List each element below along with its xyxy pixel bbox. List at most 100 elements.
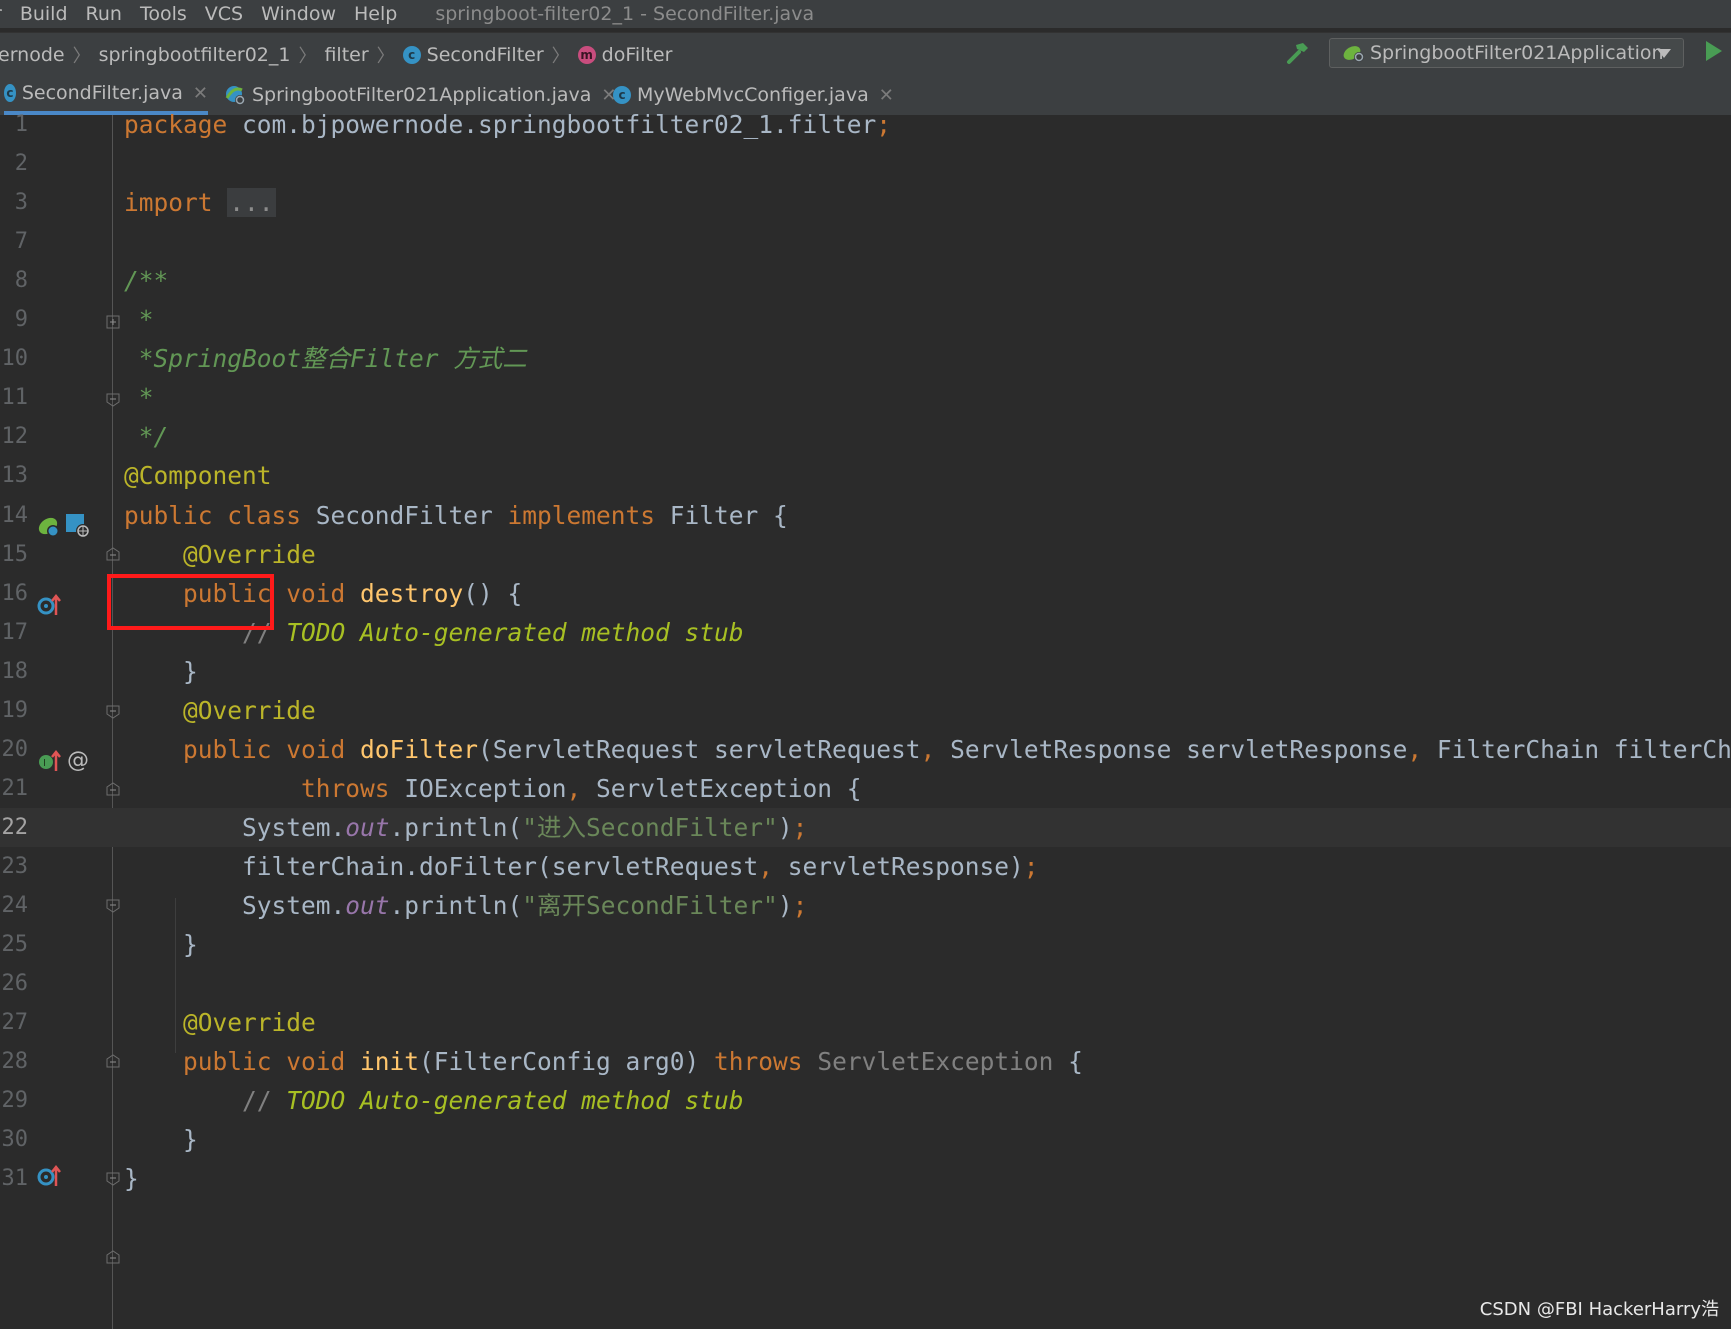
- line-number[interactable]: 24: [0, 886, 29, 925]
- line-number[interactable]: 26: [0, 964, 29, 1003]
- line-number[interactable]: 28: [0, 1042, 29, 1081]
- run-configuration-select[interactable]: SpringbootFilter021Application: [1329, 38, 1684, 68]
- line-number[interactable]: 3: [0, 183, 28, 222]
- menu-item-build[interactable]: Build: [20, 3, 68, 25]
- line-number[interactable]: 18: [0, 652, 29, 691]
- breadcrumb-item-package[interactable]: filter: [324, 44, 368, 66]
- overrides-method-icon[interactable]: [37, 593, 63, 617]
- menu-item-vcs[interactable]: VCS: [205, 3, 243, 25]
- menu-item-truncated[interactable]: r: [0, 3, 2, 25]
- code-text: *: [124, 378, 154, 417]
- code-token: ;: [792, 891, 808, 920]
- line-number[interactable]: 31: [0, 1159, 29, 1198]
- code-token: filterChain.doFilter(servletRequest: [124, 851, 759, 881]
- menu-item-tools[interactable]: Tools: [140, 3, 187, 25]
- code-line[interactable]: 18 }: [0, 652, 1731, 691]
- code-line[interactable]: 7: [0, 222, 1731, 261]
- code-token: }: [124, 656, 198, 686]
- code-line[interactable]: 21 throws IOException, ServletException …: [0, 769, 1731, 808]
- code-line[interactable]: 24 System.out.println("离开SecondFilter");: [0, 886, 1731, 925]
- menu-item-window[interactable]: Window: [261, 3, 336, 25]
- code-line[interactable]: 15 @Override: [0, 535, 1731, 574]
- line-number[interactable]: 21: [0, 769, 29, 808]
- code-line[interactable]: 14 public class SecondFilter implements F…: [0, 496, 1731, 535]
- menu-item-run[interactable]: Run: [86, 3, 122, 25]
- fold-collapse-icon[interactable]: [106, 393, 120, 407]
- code-line[interactable]: 20 public void doFilter(ServletRequest s…: [0, 730, 1731, 769]
- code-token: out: [345, 812, 390, 842]
- line-number[interactable]: 23: [0, 847, 29, 886]
- line-number[interactable]: 2: [0, 144, 28, 183]
- line-number[interactable]: 19: [0, 691, 29, 730]
- menu-item-help[interactable]: Help: [354, 3, 397, 25]
- code-line[interactable]: 10 *SpringBoot整合Filter 方式二: [0, 339, 1731, 378]
- code-token: out: [345, 891, 390, 920]
- code-line[interactable]: 30 }: [0, 1120, 1731, 1159]
- code-line[interactable]: 13 @Component: [0, 456, 1731, 495]
- code-line[interactable]: 9 *: [0, 300, 1731, 339]
- breadcrumb-item-module[interactable]: springbootfilter02_1: [99, 44, 291, 66]
- run-button[interactable]: [1706, 41, 1722, 61]
- code-line[interactable]: 11 *: [0, 378, 1731, 417]
- close-icon[interactable]: ✕: [193, 83, 208, 104]
- web-filter-icon[interactable]: [65, 513, 91, 539]
- fold-collapse-icon[interactable]: [106, 705, 120, 719]
- code-line[interactable]: 19 @Override: [0, 691, 1731, 730]
- code-token: TODO Auto-generated method stub: [286, 617, 744, 647]
- line-number[interactable]: 10: [0, 339, 29, 378]
- spring-bean-icon[interactable]: [37, 515, 61, 539]
- code-line[interactable]: 27 @Override: [0, 1003, 1731, 1042]
- hammer-icon[interactable]: [1285, 40, 1311, 66]
- line-number[interactable]: 13: [0, 456, 29, 495]
- fold-expand-icon[interactable]: [106, 315, 120, 329]
- at-sign-icon[interactable]: @: [67, 748, 89, 773]
- code-line[interactable]: 2: [0, 144, 1731, 183]
- line-number[interactable]: 9: [0, 300, 28, 339]
- code-line[interactable]: 23 filterChain.doFilter(servletRequest, …: [0, 847, 1731, 886]
- close-icon[interactable]: ✕: [879, 85, 894, 106]
- line-number[interactable]: 20: [0, 730, 29, 769]
- breadcrumb-item-project[interactable]: ernode: [0, 44, 65, 66]
- code-line[interactable]: 28 public void init(FilterConfig arg0) t…: [0, 1042, 1731, 1081]
- breadcrumb-item-class[interactable]: SecondFilter: [427, 44, 544, 66]
- line-number[interactable]: 12: [0, 417, 29, 456]
- code-line[interactable]: 25 }: [0, 925, 1731, 964]
- line-number[interactable]: 14: [0, 496, 29, 535]
- line-number[interactable]: 1: [0, 105, 28, 144]
- code-line[interactable]: 8 /**: [0, 261, 1731, 300]
- line-number[interactable]: 16: [0, 574, 29, 613]
- line-number[interactable]: 7: [0, 222, 28, 261]
- line-number[interactable]: 27: [0, 1003, 29, 1042]
- fold-collapse-icon[interactable]: [106, 1172, 120, 1186]
- code-text: public void init(FilterConfig arg0) thro…: [124, 1042, 1083, 1081]
- code-line[interactable]: 31}: [0, 1159, 1731, 1198]
- folded-imports[interactable]: ...: [227, 188, 276, 218]
- overrides-method-icon[interactable]: [37, 1164, 63, 1188]
- line-number[interactable]: 8: [0, 261, 28, 300]
- line-number[interactable]: 15: [0, 535, 29, 574]
- line-number[interactable]: 29: [0, 1081, 29, 1120]
- breadcrumb-item-method[interactable]: doFilter: [602, 44, 673, 66]
- line-number[interactable]: 25: [0, 925, 29, 964]
- code-editor[interactable]: 1 package com.bjpowernode.springbootfilte…: [0, 110, 1731, 1329]
- run-configuration-label: SpringbootFilter021Application: [1370, 42, 1664, 64]
- line-number[interactable]: 11: [0, 378, 29, 417]
- code-text: }: [124, 652, 198, 691]
- code-line[interactable]: 12 */: [0, 417, 1731, 456]
- fold-end-icon[interactable]: [106, 782, 120, 796]
- code-line[interactable]: 3 import ...: [0, 183, 1731, 222]
- implements-method-icon[interactable]: I: [37, 749, 63, 773]
- fold-end-icon[interactable]: [106, 547, 120, 561]
- fold-end-icon[interactable]: [106, 1054, 120, 1068]
- line-number[interactable]: 17: [0, 613, 29, 652]
- annotation-highlight-box: [107, 574, 274, 630]
- code-line[interactable]: 1 package com.bjpowernode.springbootfilte…: [0, 105, 1731, 144]
- fold-collapse-icon[interactable]: [106, 899, 120, 913]
- line-number[interactable]: 22: [0, 808, 29, 847]
- code-line[interactable]: 29 // TODO Auto-generated method stub: [0, 1081, 1731, 1120]
- line-number[interactable]: 30: [0, 1120, 29, 1159]
- code-line[interactable]: 26: [0, 964, 1731, 1003]
- code-token: ,: [1407, 734, 1437, 764]
- fold-end-icon[interactable]: [106, 1250, 120, 1264]
- code-line[interactable]: 22 System.out.println("进入SecondFilter");: [0, 807, 1731, 847]
